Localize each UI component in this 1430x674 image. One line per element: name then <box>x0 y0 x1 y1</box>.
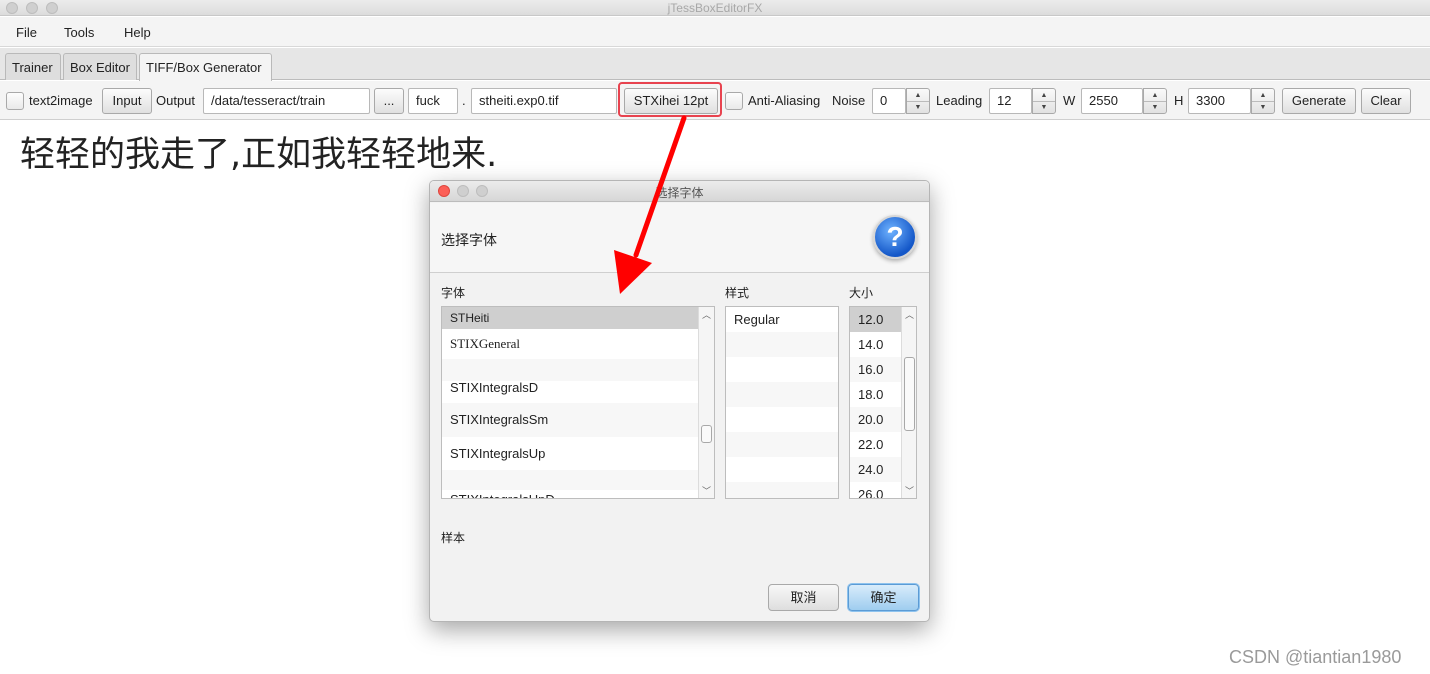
annotation-arrow <box>614 115 687 294</box>
watermark: CSDN @tiantian1980 <box>1229 647 1402 667</box>
